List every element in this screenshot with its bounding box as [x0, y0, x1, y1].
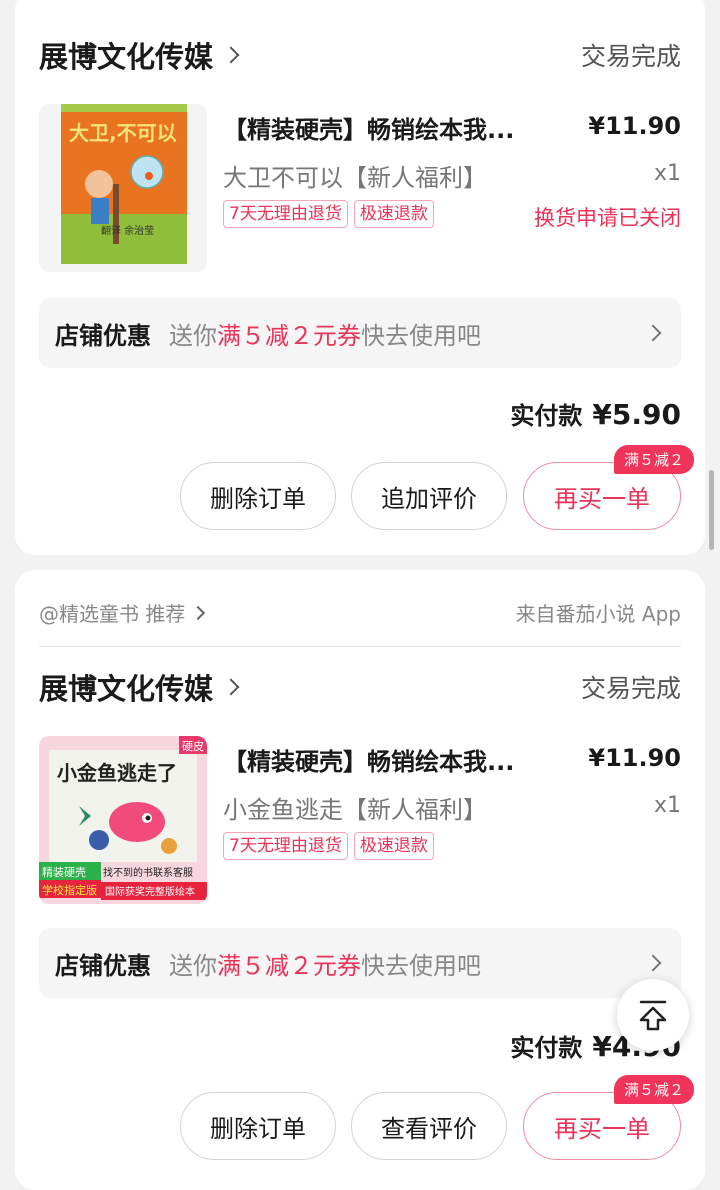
service-tags: 7天无理由退货 极速退款 — [223, 832, 434, 860]
product-price: ¥11.90 — [588, 112, 681, 140]
arrow-up-icon — [639, 1000, 667, 1031]
rebuy-button[interactable]: 再买一单 满５减２ — [523, 1075, 694, 1160]
promo-label: 店铺优惠 — [55, 951, 151, 980]
svg-text:小金鱼逃走了: 小金鱼逃走了 — [57, 761, 177, 785]
order-status: 交易完成 — [580, 42, 681, 71]
recommender-text: @精选童书 推荐 — [39, 602, 186, 626]
coupon-badge: 满５减２ — [613, 445, 694, 474]
divider — [39, 646, 681, 647]
recommendation-row: @精选童书 推荐 来自番茄小说 App — [39, 598, 681, 627]
rebuy-label: 再买一单 — [554, 484, 650, 513]
product-quantity: x1 — [653, 793, 681, 818]
tag-return: 7天无理由退货 — [223, 200, 348, 228]
order-source: 来自番茄小说 App — [515, 602, 681, 626]
store-promo-banner[interactable]: 店铺优惠 送你满５减２元券快去使用吧 — [39, 928, 681, 998]
svg-text:翻译 余治莹: 翻译 余治莹 — [101, 224, 154, 237]
product-thumbnail[interactable]: 小金鱼逃走了 硬皮 精装硬壳 学校指定版 找不到的书联系客服 国际获奖完整版绘本 — [39, 736, 207, 904]
product-title[interactable]: 【精装硬壳】畅销绘本我... — [223, 742, 553, 777]
delete-order-button[interactable]: 删除订单 — [180, 1092, 336, 1160]
paid-amount: ¥5.90 — [592, 398, 681, 431]
shop-name: 展博文化传媒 — [39, 40, 214, 74]
tag-fast-refund: 极速退款 — [353, 200, 434, 228]
shop-link[interactable]: 展博文化传媒 — [39, 34, 240, 76]
chevron-right-icon — [644, 954, 662, 972]
shop-header: 展博文化传媒 交易完成 — [39, 667, 681, 707]
store-promo-banner[interactable]: 店铺优惠 送你满５减２元券快去使用吧 — [39, 298, 681, 368]
shop-link[interactable]: 展博文化传媒 — [39, 666, 240, 708]
shop-name: 展博文化传媒 — [39, 672, 214, 706]
promo-text: 送你满５减２元券快去使用吧 — [169, 951, 481, 980]
rebuy-button[interactable]: 再买一单 满５减２ — [523, 445, 694, 530]
back-to-top-button[interactable] — [617, 979, 689, 1051]
recommender-link[interactable]: @精选童书 推荐 — [39, 598, 206, 627]
product-variant: 小金鱼逃走【新人福利】 — [223, 796, 487, 824]
order-card: @精选童书 推荐 来自番茄小说 App 展博文化传媒 交易完成 小金鱼逃走了 硬… — [15, 570, 705, 1190]
order-status: 交易完成 — [580, 674, 681, 703]
paid-total: 实付款 ¥5.90 — [510, 396, 681, 431]
product-variant: 大卫不可以【新人福利】 — [223, 164, 487, 192]
delete-order-button[interactable]: 删除订单 — [180, 462, 336, 530]
tag-return: 7天无理由退货 — [223, 832, 348, 860]
product-price: ¥11.90 — [588, 744, 681, 772]
rebuy-label: 再买一单 — [554, 1114, 650, 1143]
chevron-right-icon — [222, 46, 240, 64]
svg-text:精装硬壳: 精装硬壳 — [42, 865, 86, 879]
tag-fast-refund: 极速退款 — [353, 832, 434, 860]
book-cover-goldfish: 小金鱼逃走了 硬皮 精装硬壳 学校指定版 找不到的书联系客服 国际获奖完整版绘本 — [39, 736, 207, 904]
svg-text:找不到的书联系客服: 找不到的书联系客服 — [103, 866, 193, 879]
product-quantity: x1 — [653, 161, 681, 186]
paid-label: 实付款 — [510, 1034, 583, 1062]
order-card: 展博文化传媒 交易完成 大卫,不可以 翻译 余治莹 【精装硬壳】畅销绘本我...… — [15, 0, 705, 555]
exchange-status[interactable]: 换货申请已关闭 — [534, 202, 681, 232]
chevron-right-icon — [644, 324, 662, 342]
svg-text:学校指定版: 学校指定版 — [42, 883, 97, 897]
book-cover-david: 大卫,不可以 翻译 余治莹 — [39, 104, 207, 272]
svg-text:国际获奖完整版绘本: 国际获奖完整版绘本 — [105, 885, 195, 898]
svg-text:大卫,不可以: 大卫,不可以 — [69, 121, 177, 145]
promo-text: 送你满５减２元券快去使用吧 — [169, 321, 481, 350]
paid-label: 实付款 — [510, 402, 583, 430]
product-thumbnail[interactable]: 大卫,不可以 翻译 余治莹 — [39, 104, 207, 272]
service-tags: 7天无理由退货 极速退款 — [223, 200, 434, 228]
shop-header: 展博文化传媒 交易完成 — [39, 35, 681, 75]
svg-text:硬皮: 硬皮 — [182, 740, 204, 753]
product-title[interactable]: 【精装硬壳】畅销绘本我... — [223, 110, 553, 145]
promo-label: 店铺优惠 — [55, 321, 151, 350]
chevron-right-icon — [191, 605, 206, 620]
chevron-right-icon — [222, 678, 240, 696]
add-review-button[interactable]: 追加评价 — [351, 462, 507, 530]
view-review-button[interactable]: 查看评价 — [351, 1092, 507, 1160]
scrollbar[interactable] — [709, 470, 714, 550]
coupon-badge: 满５减２ — [613, 1075, 694, 1104]
